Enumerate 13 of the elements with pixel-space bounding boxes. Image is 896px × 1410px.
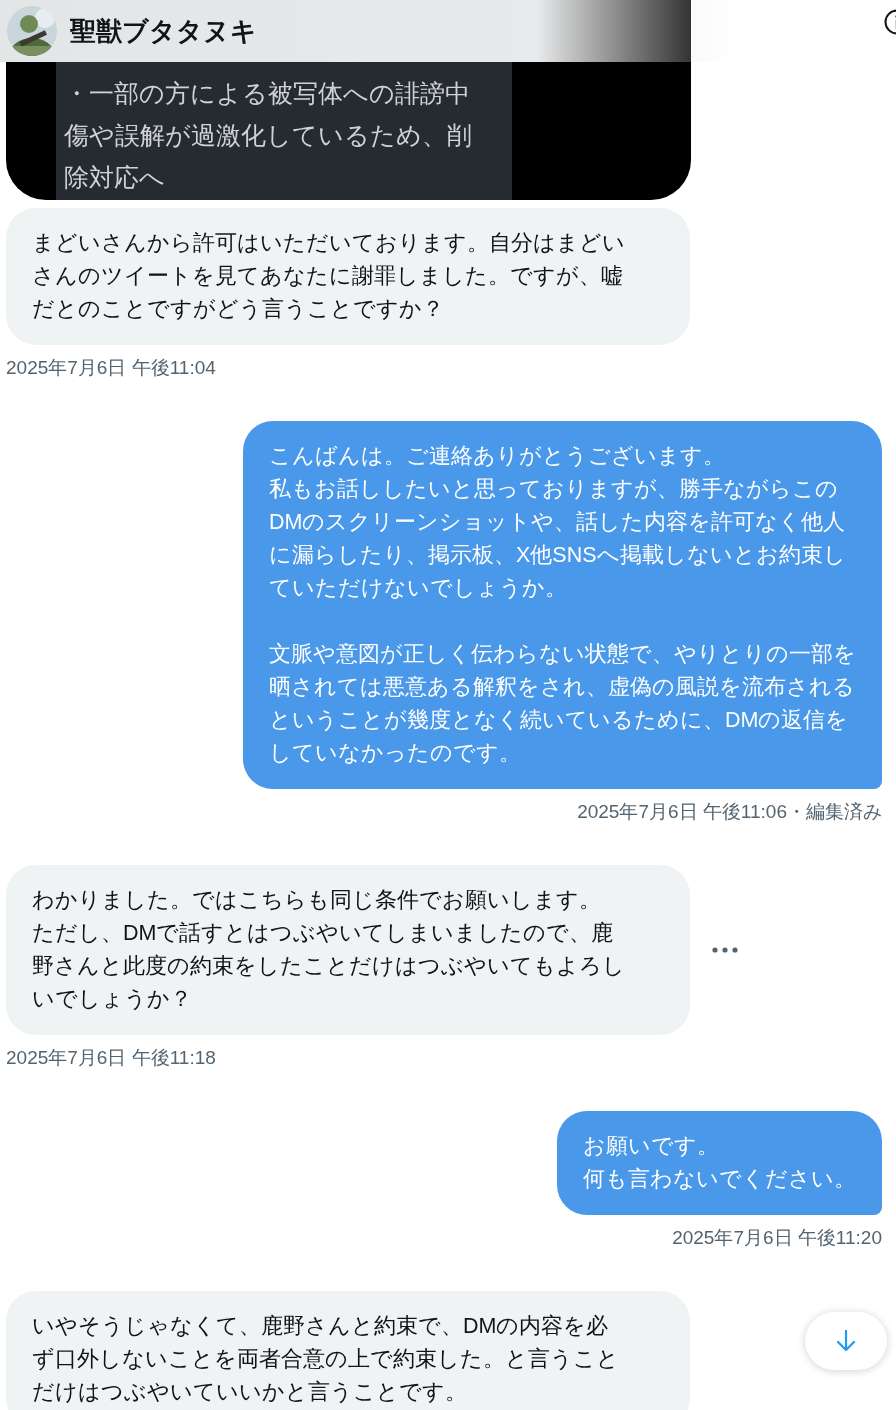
arrow-down-icon [836,1330,856,1352]
message-bubble: まどいさんから許可はいただいております。自分はまどい さんのツイートを見てあなたに謝罪しました。ですが、嘘 だとのことですがどう言うことですか？ [6,208,690,345]
more-icon[interactable] [712,947,738,953]
message-bubble: お願いです。 何も言わないでください。 [557,1111,882,1215]
timestamp: 2025年7月6日 午後11:04 [6,357,216,378]
image-text: ・一部の方による被写体への誹謗中 傷や誤解が過激化しているため、削 除対応へ [63,78,473,193]
message-bubble: わかりました。ではこちらも同じ条件でお願いします。 ただし、DMで話すとはつぶやいてしまいましたので、鹿 野さんと此度の約束をしたことだけはつぶやいてもよろし いでしょうか？ [6,865,690,1035]
timestamp: 2025年7月6日 午後11:18 [6,1047,216,1068]
message-bubble: いやそうじゃなくて、鹿野さんと約束で、DMの内容を必 ず口外しないことを両者合意の上で約束した。と言うこと だけはつぶやいていいかと言うことです。 [6,1291,690,1410]
timestamp: 2025年7月6日 午後11:06・編集済み [577,801,882,822]
timestamp: 2025年7月6日 午後11:20 [672,1227,882,1248]
contact-name: 聖獣ブタタヌキ [70,14,257,48]
message-bubble: こんばんは。ご連絡ありがとうございます。 私もお話ししたいと思っておりますが、勝手ながらこの DMのスクリーンショットや、話した内容を許可なく他人 に漏らしたり、掲示板、X他SNSへ掲載しないとお約束し ていただけないでしょうか。 文脈や意図が正しく伝わらない状態で、やりとりの一部を 晒されては悪意ある解釈をされ、虚偽の風説を流布される ということが幾度となく続いているために、DMの返信を していなかったのです。 [243,421,882,789]
